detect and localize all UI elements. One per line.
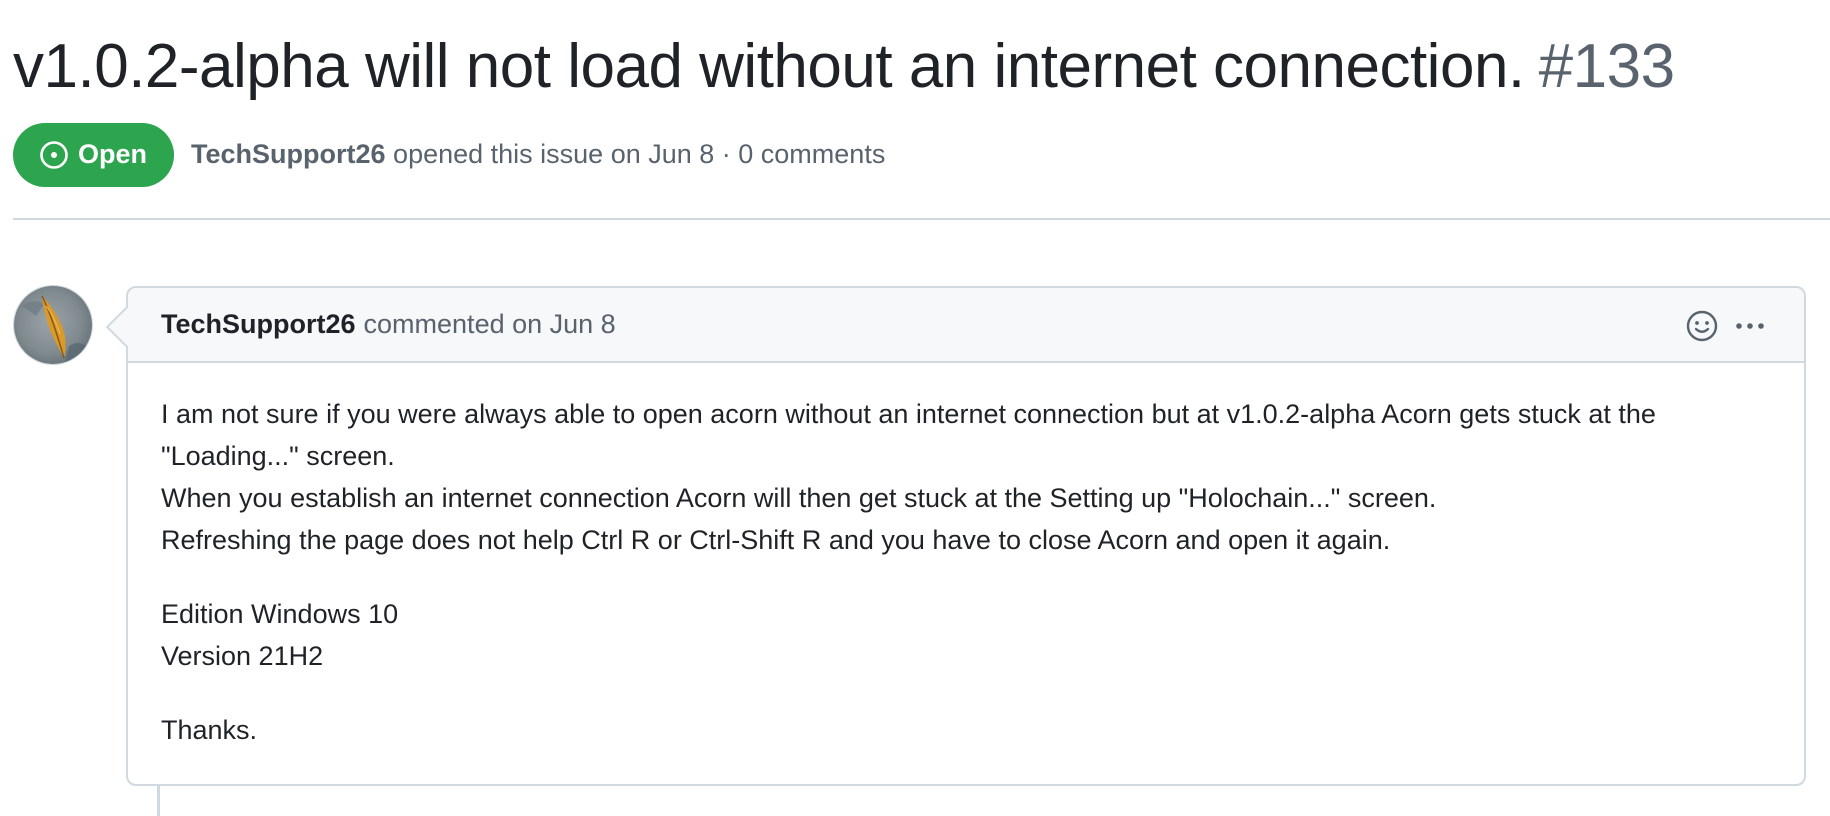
avatar[interactable] [13, 285, 93, 365]
issue-meta: Open TechSupport26 opened this issue on … [13, 122, 885, 187]
comment-paragraph: Thanks. [161, 709, 1771, 751]
comment-line: Refreshing the page does not help Ctrl R… [161, 525, 1391, 555]
issue-title-row: v1.0.2-alpha will not load without an in… [13, 22, 1675, 112]
comment-body: I am not sure if you were always able to… [128, 363, 1804, 751]
issue-state-badge: Open [13, 122, 175, 187]
comment-edition: Edition Windows 10 [161, 599, 399, 629]
smiley-icon[interactable] [1684, 308, 1720, 344]
comment-thanks: Thanks. [161, 715, 258, 745]
issue-page: v1.0.2-alpha will not load without an in… [0, 0, 1830, 816]
comment-paragraph: Edition Windows 10 Version 21H2 [161, 593, 1771, 677]
issue-meta-text: TechSupport26 opened this issue on Jun 8… [191, 139, 885, 170]
comment-line: I am not sure if you were always able to… [161, 399, 1656, 471]
header-divider [13, 218, 1830, 220]
issue-state-label: Open [78, 139, 148, 169]
issue-number: #133 [1538, 32, 1675, 101]
comment-box: TechSupport26 commented on Jun 8 I am no… [105, 286, 1806, 786]
comment-version: Version 21H2 [161, 641, 324, 671]
issue-open-icon [38, 139, 70, 171]
comment-author-link[interactable]: TechSupport26 [161, 309, 356, 340]
kebab-horizontal-icon[interactable] [1732, 308, 1768, 344]
issue-author-link[interactable]: TechSupport26 [191, 139, 386, 169]
issue-title: v1.0.2-alpha will not load without an in… [13, 32, 1525, 101]
comment-header: TechSupport26 commented on Jun 8 [128, 288, 1804, 363]
issue-opened-text: opened this issue on Jun 8 · 0 comments [385, 139, 886, 169]
comment-paragraph: I am not sure if you were always able to… [161, 393, 1771, 561]
comment-actions [1684, 308, 1768, 344]
timeline-line [157, 786, 160, 816]
comment-timestamp[interactable]: commented on Jun 8 [364, 309, 616, 340]
comment-line: When you establish an internet connectio… [161, 483, 1437, 513]
